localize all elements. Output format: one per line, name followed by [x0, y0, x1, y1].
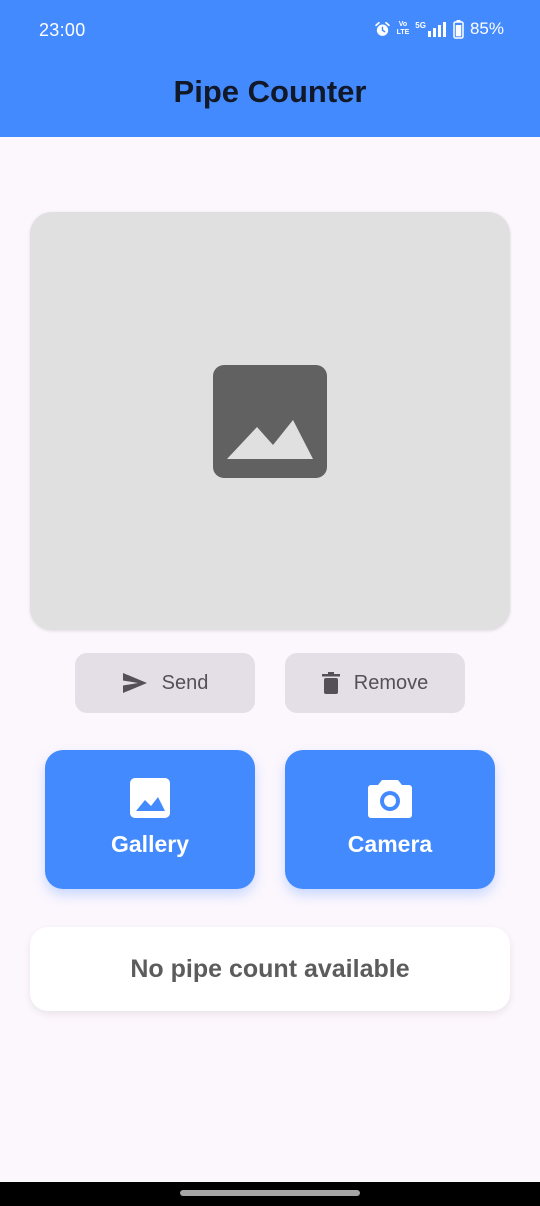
app-bar: 23:00 Vo LTE 5G 85% Pipe Counter	[0, 0, 540, 137]
signal-indicator: 5G	[415, 21, 447, 37]
page-title: Pipe Counter	[173, 74, 367, 109]
remove-label: Remove	[353, 671, 429, 694]
send-icon	[122, 672, 148, 694]
gallery-label: Gallery	[111, 831, 189, 857]
camera-button[interactable]: Camera	[285, 750, 495, 889]
remove-button[interactable]: Remove	[285, 653, 465, 713]
camera-label: Camera	[347, 831, 433, 857]
image-icon	[213, 365, 327, 478]
image-icon	[129, 750, 171, 819]
send-button[interactable]: Send	[75, 653, 255, 713]
alarm-icon	[374, 21, 391, 38]
navigation-bar	[0, 1182, 540, 1206]
home-indicator[interactable]	[180, 1190, 360, 1196]
status-time: 23:00	[39, 20, 86, 40]
signal-icon	[427, 22, 446, 37]
trash-icon	[321, 672, 340, 694]
volte-indicator: Vo LTE	[396, 21, 410, 36]
status-icons: Vo LTE 5G 85%	[374, 19, 504, 39]
pipe-count-result: No pipe count available	[30, 927, 510, 1011]
result-text: No pipe count available	[130, 954, 410, 983]
network-type: 5G	[415, 21, 426, 30]
gallery-button[interactable]: Gallery	[45, 750, 255, 889]
battery-icon	[453, 19, 464, 39]
battery-percent: 85%	[469, 19, 504, 38]
status-bar: 23:00 Vo LTE 5G 85%	[0, 0, 540, 62]
send-label: Send	[161, 671, 209, 694]
camera-icon	[367, 750, 413, 819]
